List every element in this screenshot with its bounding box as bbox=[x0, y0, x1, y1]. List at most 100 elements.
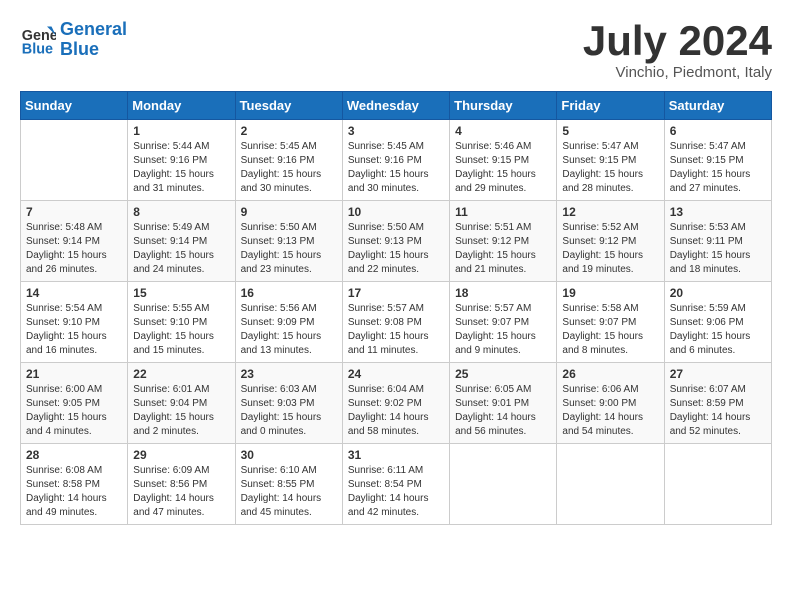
calendar-cell: 3 Sunrise: 5:45 AM Sunset: 9:16 PM Daylig… bbox=[342, 120, 449, 201]
location-subtitle: Vinchio, Piedmont, Italy bbox=[583, 64, 772, 81]
calendar-cell: 5Sunrise: 5:47 AM Sunset: 9:15 PM Daylig… bbox=[557, 120, 664, 201]
day-number: 3 bbox=[348, 124, 444, 138]
calendar-cell bbox=[557, 444, 664, 525]
svg-text:Blue: Blue bbox=[22, 41, 53, 57]
calendar-cell: 29 Sunrise: 6:09 AM Sunset: 8:56 PM Dayli… bbox=[128, 444, 235, 525]
day-info: Sunrise: 5:57 AM Sunset: 9:07 PM Dayligh… bbox=[455, 302, 551, 358]
logo-icon: General Blue bbox=[20, 22, 56, 58]
day-number: 30 bbox=[241, 448, 337, 462]
day-info: Sunrise: 5:47 AM Sunset: 9:15 PM Dayligh… bbox=[670, 140, 766, 196]
day-info: Sunrise: 5:49 AM Sunset: 9:14 PM Dayligh… bbox=[133, 221, 229, 277]
day-info: Sunrise: 6:04 AM Sunset: 9:02 PM Dayligh… bbox=[348, 383, 444, 439]
day-number: 18 bbox=[455, 286, 551, 300]
calendar-cell: 30 Sunrise: 6:10 AM Sunset: 8:55 PM Dayli… bbox=[235, 444, 342, 525]
day-info: Sunrise: 6:07 AM Sunset: 8:59 PM Dayligh… bbox=[670, 383, 766, 439]
day-info: Sunrise: 5:47 AM Sunset: 9:15 PM Dayligh… bbox=[562, 140, 658, 196]
calendar-cell: 26Sunrise: 6:06 AM Sunset: 9:00 PM Dayli… bbox=[557, 363, 664, 444]
calendar-cell bbox=[21, 120, 128, 201]
calendar-cell: 28Sunrise: 6:08 AM Sunset: 8:58 PM Dayli… bbox=[21, 444, 128, 525]
calendar-cell: 31Sunrise: 6:11 AM Sunset: 8:54 PM Dayli… bbox=[342, 444, 449, 525]
calendar-cell: 19Sunrise: 5:58 AM Sunset: 9:07 PM Dayli… bbox=[557, 282, 664, 363]
calendar-cell: 7 Sunrise: 5:48 AM Sunset: 9:14 PM Daylig… bbox=[21, 201, 128, 282]
day-number: 2 bbox=[241, 124, 337, 138]
day-info: Sunrise: 5:50 AM Sunset: 9:13 PM Dayligh… bbox=[241, 221, 337, 277]
day-number: 6 bbox=[670, 124, 766, 138]
day-info: Sunrise: 6:09 AM Sunset: 8:56 PM Dayligh… bbox=[133, 464, 229, 520]
day-info: Sunrise: 5:45 AM Sunset: 9:16 PM Dayligh… bbox=[241, 140, 337, 196]
week-row-4: 21 Sunrise: 6:00 AM Sunset: 9:05 PM Dayli… bbox=[21, 363, 772, 444]
day-number: 23 bbox=[241, 367, 337, 381]
calendar-cell: 18 Sunrise: 5:57 AM Sunset: 9:07 PM Dayli… bbox=[450, 282, 557, 363]
calendar-cell: 10Sunrise: 5:50 AM Sunset: 9:13 PM Dayli… bbox=[342, 201, 449, 282]
logo-text: GeneralBlue bbox=[60, 20, 127, 60]
page-header: General Blue GeneralBlue July 2024 Vinch… bbox=[20, 20, 772, 81]
column-header-monday: Monday bbox=[128, 92, 235, 120]
calendar-cell: 12Sunrise: 5:52 AM Sunset: 9:12 PM Dayli… bbox=[557, 201, 664, 282]
day-info: Sunrise: 6:11 AM Sunset: 8:54 PM Dayligh… bbox=[348, 464, 444, 520]
calendar-header-row: SundayMondayTuesdayWednesdayThursdayFrid… bbox=[21, 92, 772, 120]
day-info: Sunrise: 5:48 AM Sunset: 9:14 PM Dayligh… bbox=[26, 221, 122, 277]
calendar-cell: 27 Sunrise: 6:07 AM Sunset: 8:59 PM Dayli… bbox=[664, 363, 771, 444]
day-info: Sunrise: 6:00 AM Sunset: 9:05 PM Dayligh… bbox=[26, 383, 122, 439]
day-number: 29 bbox=[133, 448, 229, 462]
day-number: 25 bbox=[455, 367, 551, 381]
week-row-5: 28Sunrise: 6:08 AM Sunset: 8:58 PM Dayli… bbox=[21, 444, 772, 525]
day-number: 12 bbox=[562, 205, 658, 219]
day-number: 15 bbox=[133, 286, 229, 300]
day-info: Sunrise: 6:10 AM Sunset: 8:55 PM Dayligh… bbox=[241, 464, 337, 520]
calendar-table: SundayMondayTuesdayWednesdayThursdayFrid… bbox=[20, 91, 772, 525]
column-header-tuesday: Tuesday bbox=[235, 92, 342, 120]
calendar-cell: 23Sunrise: 6:03 AM Sunset: 9:03 PM Dayli… bbox=[235, 363, 342, 444]
logo: General Blue GeneralBlue bbox=[20, 20, 127, 60]
day-info: Sunrise: 6:05 AM Sunset: 9:01 PM Dayligh… bbox=[455, 383, 551, 439]
day-number: 24 bbox=[348, 367, 444, 381]
day-info: Sunrise: 5:45 AM Sunset: 9:16 PM Dayligh… bbox=[348, 140, 444, 196]
calendar-cell: 6 Sunrise: 5:47 AM Sunset: 9:15 PM Daylig… bbox=[664, 120, 771, 201]
week-row-2: 7 Sunrise: 5:48 AM Sunset: 9:14 PM Daylig… bbox=[21, 201, 772, 282]
column-header-wednesday: Wednesday bbox=[342, 92, 449, 120]
column-header-saturday: Saturday bbox=[664, 92, 771, 120]
day-number: 28 bbox=[26, 448, 122, 462]
calendar-cell: 16 Sunrise: 5:56 AM Sunset: 9:09 PM Dayli… bbox=[235, 282, 342, 363]
calendar-cell: 11Sunrise: 5:51 AM Sunset: 9:12 PM Dayli… bbox=[450, 201, 557, 282]
column-header-friday: Friday bbox=[557, 92, 664, 120]
day-info: Sunrise: 5:55 AM Sunset: 9:10 PM Dayligh… bbox=[133, 302, 229, 358]
calendar-cell: 2 Sunrise: 5:45 AM Sunset: 9:16 PM Daylig… bbox=[235, 120, 342, 201]
day-number: 16 bbox=[241, 286, 337, 300]
calendar-cell: 24 Sunrise: 6:04 AM Sunset: 9:02 PM Dayli… bbox=[342, 363, 449, 444]
day-number: 22 bbox=[133, 367, 229, 381]
day-number: 26 bbox=[562, 367, 658, 381]
calendar-cell: 13Sunrise: 5:53 AM Sunset: 9:11 PM Dayli… bbox=[664, 201, 771, 282]
calendar-cell: 25 Sunrise: 6:05 AM Sunset: 9:01 PM Dayli… bbox=[450, 363, 557, 444]
calendar-cell: 20Sunrise: 5:59 AM Sunset: 9:06 PM Dayli… bbox=[664, 282, 771, 363]
calendar-cell: 1 Sunrise: 5:44 AM Sunset: 9:16 PM Daylig… bbox=[128, 120, 235, 201]
day-number: 8 bbox=[133, 205, 229, 219]
column-header-sunday: Sunday bbox=[21, 92, 128, 120]
title-block: July 2024 Vinchio, Piedmont, Italy bbox=[583, 20, 772, 81]
day-number: 1 bbox=[133, 124, 229, 138]
day-info: Sunrise: 6:01 AM Sunset: 9:04 PM Dayligh… bbox=[133, 383, 229, 439]
day-number: 19 bbox=[562, 286, 658, 300]
day-info: Sunrise: 5:44 AM Sunset: 9:16 PM Dayligh… bbox=[133, 140, 229, 196]
month-year-title: July 2024 bbox=[583, 20, 772, 62]
calendar-cell: 22 Sunrise: 6:01 AM Sunset: 9:04 PM Dayli… bbox=[128, 363, 235, 444]
day-info: Sunrise: 5:56 AM Sunset: 9:09 PM Dayligh… bbox=[241, 302, 337, 358]
calendar-cell: 9Sunrise: 5:50 AM Sunset: 9:13 PM Daylig… bbox=[235, 201, 342, 282]
day-info: Sunrise: 5:54 AM Sunset: 9:10 PM Dayligh… bbox=[26, 302, 122, 358]
day-number: 27 bbox=[670, 367, 766, 381]
day-info: Sunrise: 5:51 AM Sunset: 9:12 PM Dayligh… bbox=[455, 221, 551, 277]
day-number: 4 bbox=[455, 124, 551, 138]
day-number: 14 bbox=[26, 286, 122, 300]
day-info: Sunrise: 5:57 AM Sunset: 9:08 PM Dayligh… bbox=[348, 302, 444, 358]
day-number: 7 bbox=[26, 205, 122, 219]
day-number: 17 bbox=[348, 286, 444, 300]
day-info: Sunrise: 5:59 AM Sunset: 9:06 PM Dayligh… bbox=[670, 302, 766, 358]
calendar-cell: 14 Sunrise: 5:54 AM Sunset: 9:10 PM Dayli… bbox=[21, 282, 128, 363]
day-number: 21 bbox=[26, 367, 122, 381]
calendar-cell bbox=[450, 444, 557, 525]
column-header-thursday: Thursday bbox=[450, 92, 557, 120]
calendar-cell bbox=[664, 444, 771, 525]
calendar-cell: 8 Sunrise: 5:49 AM Sunset: 9:14 PM Daylig… bbox=[128, 201, 235, 282]
day-number: 13 bbox=[670, 205, 766, 219]
day-info: Sunrise: 5:46 AM Sunset: 9:15 PM Dayligh… bbox=[455, 140, 551, 196]
